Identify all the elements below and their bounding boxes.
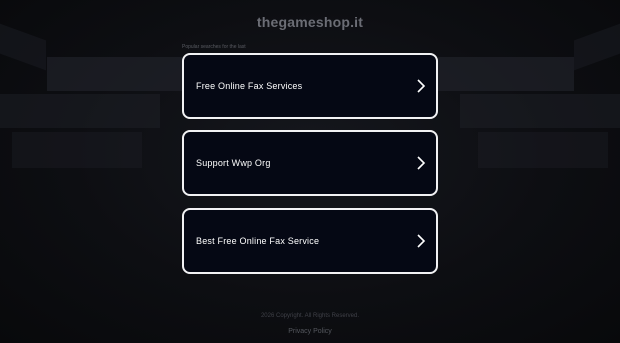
footer-copyright: 2026 Copyright. All Rights Reserved. bbox=[260, 313, 360, 319]
bg-block-right-1 bbox=[574, 23, 620, 71]
result-label: Best Free Online Fax Service bbox=[196, 236, 320, 246]
result-link-best-free-online-fax-service[interactable]: Best Free Online Fax Service bbox=[182, 208, 438, 274]
chevron-right-icon bbox=[417, 156, 426, 170]
site-title: thegameshop.it bbox=[256, 14, 364, 30]
result-link-support-wwp-org[interactable]: Support Wwp Org bbox=[182, 130, 438, 196]
bg-block-left-1 bbox=[0, 23, 46, 71]
bg-block-right-4 bbox=[478, 132, 608, 168]
result-label: Free Online Fax Services bbox=[196, 81, 303, 91]
bg-block-left-3 bbox=[0, 94, 160, 128]
result-link-free-online-fax-services[interactable]: Free Online Fax Services bbox=[182, 53, 438, 119]
bg-block-left-2 bbox=[47, 57, 182, 91]
bg-block-right-2 bbox=[438, 57, 574, 91]
result-label: Support Wwp Org bbox=[196, 158, 271, 168]
privacy-policy-link[interactable]: Privacy Policy bbox=[0, 328, 620, 335]
bg-block-left-4 bbox=[12, 132, 142, 168]
chevron-right-icon bbox=[417, 79, 426, 93]
bg-block-right-3 bbox=[460, 94, 620, 128]
results-caption: Popular searches for the last bbox=[182, 44, 246, 50]
chevron-right-icon bbox=[417, 234, 426, 248]
page: thegameshop.it Popular searches for the … bbox=[0, 0, 620, 343]
